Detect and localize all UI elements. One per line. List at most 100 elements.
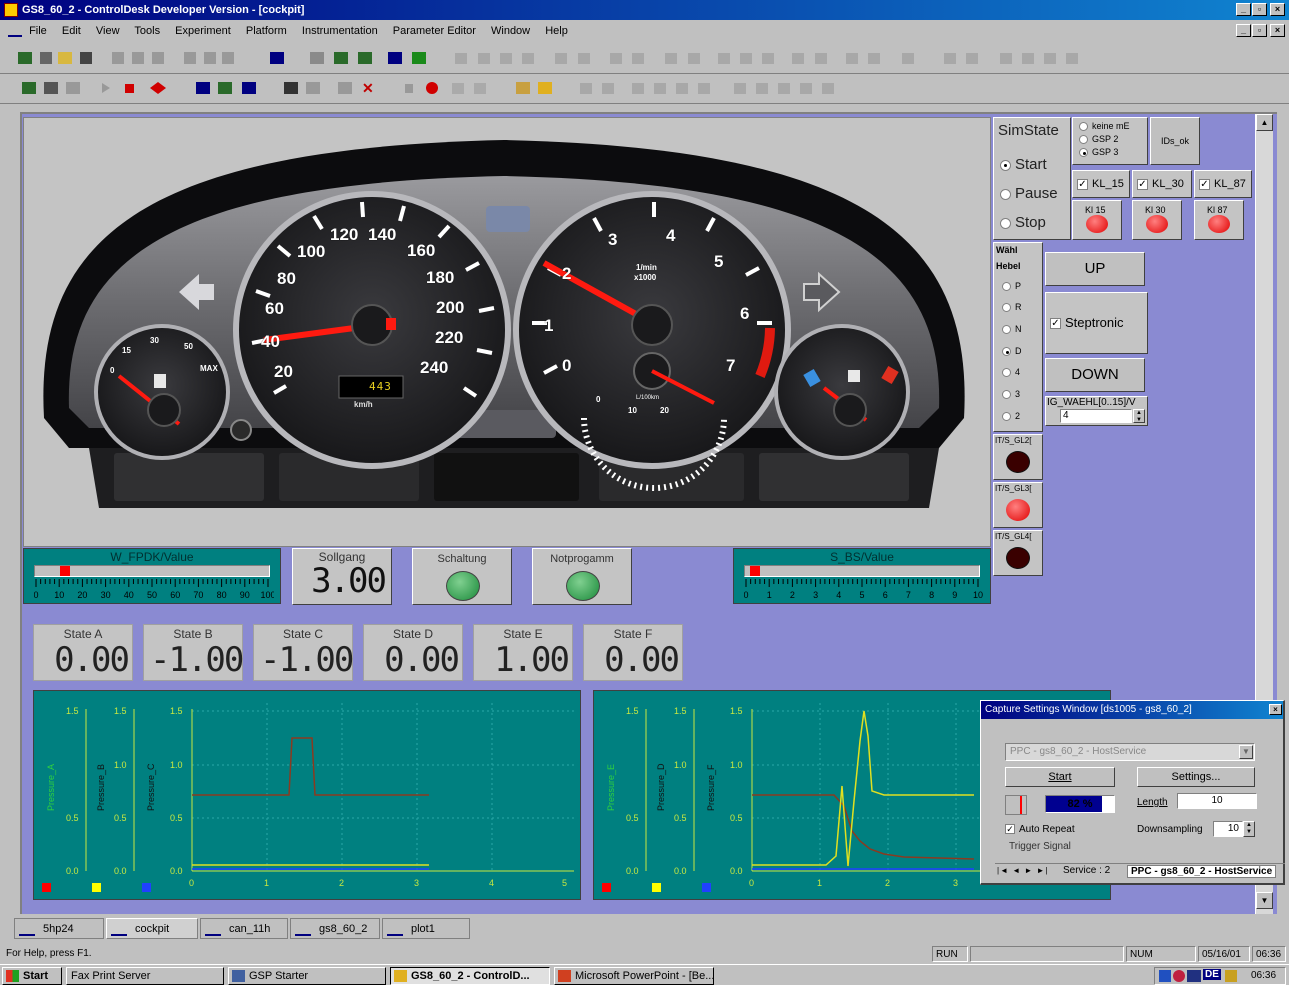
econ-unit: L/100km — [636, 395, 660, 401]
kl87-checkbox[interactable]: ✓ KL_87 — [1194, 170, 1252, 198]
menu-instrumentation[interactable]: Instrumentation — [302, 25, 378, 37]
gsp-option-keine[interactable]: keine mE — [1079, 121, 1130, 132]
speedo-label-240: 240 — [420, 358, 449, 377]
tab-scroll-arrows[interactable]: |◄ ◄ ► ►| — [997, 866, 1049, 875]
gear-option-4[interactable]: 4 — [1002, 367, 1020, 378]
tab-service[interactable]: Service : 2 — [1063, 865, 1110, 876]
maximize-button[interactable]: ▫ — [1252, 3, 1267, 16]
plot-left[interactable]: 1.5 0.5 0.0 1.5 1.0 0.5 0.0 1.5 1.0 0.5 … — [33, 690, 581, 900]
capture-trigger-label: Trigger Signal — [1009, 841, 1071, 852]
gsp-option-gsp3[interactable]: GSP 3 — [1079, 147, 1118, 158]
capture-autorepeat-checkbox[interactable]: ✓ Auto Repeat — [1005, 824, 1075, 835]
simstate-pause[interactable]: Pause — [1000, 185, 1058, 202]
waehl-spin-input[interactable]: 4 — [1060, 409, 1132, 423]
kl30-checkbox[interactable]: ✓ KL_30 — [1132, 170, 1192, 198]
kl15-checkbox[interactable]: ✓ KL_15 — [1072, 170, 1130, 198]
menu-parameter-editor[interactable]: Parameter Editor — [393, 25, 476, 37]
radio-indicator — [1000, 188, 1011, 200]
state-f-label: State F — [613, 627, 653, 641]
tab-can-11h[interactable]: can_11h — [200, 918, 288, 939]
gear-option-2[interactable]: 2 — [1002, 411, 1020, 422]
tacho-label-1: 1 — [544, 316, 554, 335]
menu-platform[interactable]: Platform — [246, 25, 287, 37]
legend-yellow[interactable] — [652, 883, 661, 892]
menu-experiment[interactable]: Experiment — [175, 25, 231, 37]
capture-length-input[interactable]: 10 — [1177, 793, 1257, 809]
legend-yellow[interactable] — [92, 883, 101, 892]
fpdk-indicator — [60, 566, 70, 576]
gear-option-p[interactable]: P — [1002, 281, 1021, 292]
gear-option-d[interactable]: D — [1002, 346, 1022, 357]
up-button[interactable]: UP — [1045, 252, 1145, 286]
kl30-lamp-panel: Kl 30 — [1132, 200, 1182, 240]
capture-close-button[interactable]: × — [1269, 704, 1282, 715]
windows-logo-icon — [6, 970, 19, 982]
tab-gs8-60-2[interactable]: gs8_60_2 — [290, 918, 380, 939]
minimize-button[interactable]: _ — [1236, 3, 1251, 16]
chart-icon — [19, 922, 35, 936]
plot-left-ytick-c-00: 0.0 — [170, 866, 183, 876]
tab-ppc[interactable]: PPC - gs8_60_2 - HostService — [1127, 865, 1277, 878]
taskbar-powerpoint[interactable]: Microsoft PowerPoint - [Be... — [554, 967, 714, 985]
chart-icon — [111, 922, 127, 936]
sbs-indicator — [750, 566, 760, 576]
tray-monitor-icon[interactable] — [1187, 970, 1201, 982]
mdi-close-button[interactable]: × — [1270, 24, 1285, 37]
speedo-label-200: 200 — [436, 298, 465, 317]
menu-window[interactable]: Window — [491, 25, 530, 37]
checkbox-indicator: ✓ — [1050, 318, 1061, 330]
menu-edit[interactable]: Edit — [62, 25, 81, 37]
legend-blue[interactable] — [142, 883, 151, 892]
fpdk-tick-label: 30 — [101, 590, 111, 600]
tray-speaker-icon[interactable] — [1225, 970, 1237, 982]
menu-view[interactable]: View — [96, 25, 120, 37]
tray-antivirus-icon[interactable] — [1173, 970, 1185, 982]
scroll-up-button[interactable]: ▲ — [1256, 114, 1273, 131]
tab-cockpit[interactable]: cockpit — [106, 918, 198, 939]
capture-settings-button[interactable]: Settings... — [1137, 767, 1255, 787]
capture-start-button[interactable]: Start — [1005, 767, 1115, 787]
menu-file[interactable]: File — [29, 25, 47, 37]
kl15-lamp-panel: Kl 15 — [1072, 200, 1122, 240]
scroll-down-button[interactable]: ▼ — [1256, 892, 1273, 909]
down-button[interactable]: DOWN — [1045, 358, 1145, 392]
tray-network-icon[interactable] — [1159, 970, 1171, 982]
waehl-spin-buttons[interactable]: ▲ ▼ — [1133, 409, 1145, 423]
capture-length-label: Length — [1137, 797, 1168, 808]
start-button[interactable]: Start — [2, 967, 62, 985]
gear-option-n[interactable]: N — [1002, 324, 1022, 335]
radio-indicator — [1079, 122, 1088, 132]
capture-downsampling-input[interactable]: 10 — [1213, 821, 1243, 837]
menu-help[interactable]: Help — [545, 25, 568, 37]
legend-blue[interactable] — [702, 883, 711, 892]
gsp-option-gsp2[interactable]: GSP 2 — [1079, 134, 1118, 145]
gear-option-3[interactable]: 3 — [1002, 389, 1020, 400]
tab-plot1[interactable]: plot1 — [382, 918, 470, 939]
plot-left-ytick-a-00: 0.0 — [66, 866, 79, 876]
legend-red[interactable] — [42, 883, 51, 892]
menu-tools[interactable]: Tools — [134, 25, 160, 37]
tray-language[interactable]: DE — [1203, 969, 1221, 980]
speedo-label-40: 40 — [261, 332, 280, 351]
ids-ok-button[interactable]: IDs_ok — [1150, 117, 1200, 165]
taskbar-gsp-starter[interactable]: GSP Starter — [228, 967, 386, 985]
gear-option-r[interactable]: R — [1002, 302, 1022, 313]
steptronic-checkbox[interactable]: ✓ Steptronic — [1045, 292, 1148, 354]
chevron-down-icon[interactable]: ▼ — [1239, 745, 1253, 759]
toolbar-icons-row1[interactable] — [0, 44, 1289, 74]
simstate-start[interactable]: Start — [1000, 156, 1047, 173]
kl30-lamp-label: Kl 30 — [1145, 205, 1166, 215]
taskbar-controldesk[interactable]: GS8_60_2 - ControlD... — [390, 967, 550, 985]
capture-downsampling-spin[interactable]: ▲ ▼ — [1243, 821, 1255, 837]
legend-red[interactable] — [602, 883, 611, 892]
capture-service-select[interactable]: PPC - gs8_60_2 - HostService ▼ — [1005, 743, 1255, 761]
toolbar-icons-row2[interactable]: ✕ — [0, 74, 1289, 104]
mdi-restore-button[interactable]: ▫ — [1252, 24, 1267, 37]
mdi-minimize-button[interactable]: _ — [1236, 24, 1251, 37]
close-button[interactable]: × — [1270, 3, 1285, 16]
kl87-lamp — [1208, 215, 1230, 233]
tab-5hp24[interactable]: 5hp24 — [14, 918, 104, 939]
simstate-stop[interactable]: Stop — [1000, 214, 1046, 231]
toolbar-secondary: ✕ — [0, 74, 1289, 104]
taskbar-fax-print-server[interactable]: Fax Print Server — [66, 967, 224, 985]
